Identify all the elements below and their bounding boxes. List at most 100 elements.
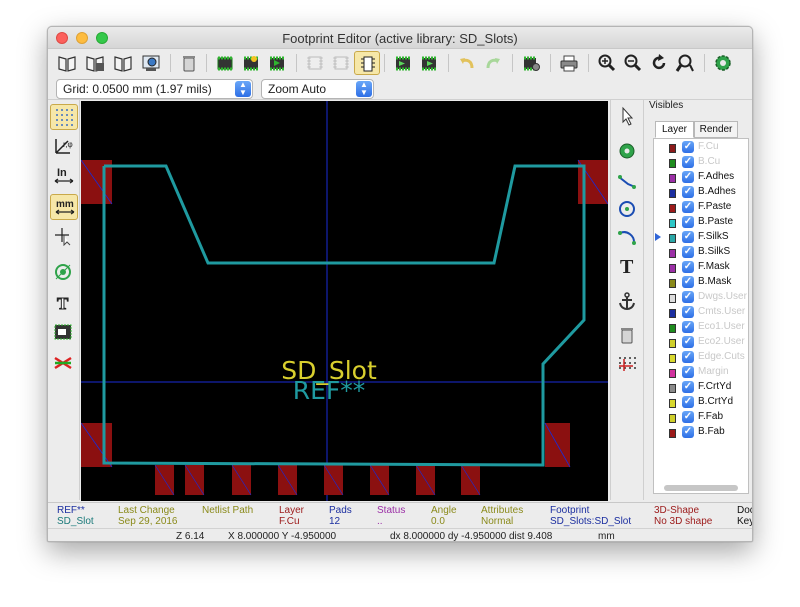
select-library-button[interactable] <box>54 51 80 75</box>
layer-row[interactable]: ✓ F.Adhes <box>654 170 750 185</box>
horizontal-scrollbar[interactable] <box>664 485 738 491</box>
zoom-in-button[interactable] <box>594 51 620 75</box>
show-pads-sketch-button[interactable] <box>50 260 78 286</box>
zoom-fit-button[interactable] <box>672 51 698 75</box>
layer-color-swatch[interactable] <box>669 294 676 303</box>
layer-color-swatch[interactable] <box>669 144 676 153</box>
layer-color-swatch[interactable] <box>669 354 676 363</box>
new-library-button[interactable] <box>110 51 136 75</box>
layer-row[interactable]: ✓ Eco2.User <box>654 335 750 350</box>
export-footprint-button[interactable] <box>328 51 354 75</box>
layer-visible-checkbox[interactable]: ✓ <box>682 411 694 423</box>
place-anchor-button[interactable] <box>614 288 642 316</box>
layer-color-swatch[interactable] <box>669 204 676 213</box>
add-line-button[interactable] <box>614 168 642 196</box>
redo-button[interactable] <box>480 51 506 75</box>
layer-visible-checkbox[interactable]: ✓ <box>682 381 694 393</box>
insert-into-board-button[interactable] <box>390 51 416 75</box>
layer-row[interactable]: ✓ B.Cu <box>654 155 750 170</box>
grid-select[interactable]: Grid: 0.0500 mm (1.97 mils) ▲ ▼ <box>56 79 253 99</box>
layer-color-swatch[interactable] <box>669 234 676 243</box>
layer-color-swatch[interactable] <box>669 159 676 168</box>
layer-visible-checkbox[interactable]: ✓ <box>682 231 694 243</box>
print-button[interactable] <box>556 51 582 75</box>
browse-footprints-button[interactable] <box>138 51 164 75</box>
check-footprint-button[interactable] <box>710 51 736 75</box>
layer-row[interactable]: ✓ Margin <box>654 365 750 380</box>
layer-row[interactable]: ✓ F.CrtYd <box>654 380 750 395</box>
footprint-properties-button[interactable] <box>354 51 380 75</box>
layer-visible-checkbox[interactable]: ✓ <box>682 291 694 303</box>
layer-visible-checkbox[interactable]: ✓ <box>682 246 694 258</box>
layer-row[interactable]: ✓ Cmts.User <box>654 305 750 320</box>
layer-row[interactable]: ✓ B.Adhes <box>654 185 750 200</box>
layer-row[interactable]: ✓ F.SilkS <box>654 230 750 245</box>
layer-row[interactable]: ✓ Edge.Cuts <box>654 350 750 365</box>
layer-color-swatch[interactable] <box>669 189 676 198</box>
layer-visible-checkbox[interactable]: ✓ <box>682 201 694 213</box>
layer-color-swatch[interactable] <box>669 339 676 348</box>
polar-coords-button[interactable]: r,φ <box>50 134 78 160</box>
cursor-shape-button[interactable] <box>50 224 78 250</box>
layer-visible-checkbox[interactable]: ✓ <box>682 336 694 348</box>
layer-color-swatch[interactable] <box>669 249 676 258</box>
layer-row[interactable]: ✓ B.CrtYd <box>654 395 750 410</box>
layer-visible-checkbox[interactable]: ✓ <box>682 276 694 288</box>
layer-visible-checkbox[interactable]: ✓ <box>682 216 694 228</box>
layer-visible-checkbox[interactable]: ✓ <box>682 366 694 378</box>
layer-row[interactable]: ✓ B.SilkS <box>654 245 750 260</box>
delete-tool-button[interactable] <box>614 322 642 350</box>
add-circle-button[interactable] <box>614 196 642 224</box>
layer-visible-checkbox[interactable]: ✓ <box>682 261 694 273</box>
show-edges-sketch-button[interactable] <box>50 320 78 346</box>
layer-color-swatch[interactable] <box>669 279 676 288</box>
layer-color-swatch[interactable] <box>669 309 676 318</box>
layer-visible-checkbox[interactable]: ✓ <box>682 321 694 333</box>
show-text-sketch-button[interactable]: T <box>50 290 78 316</box>
tab-render[interactable]: Render <box>694 121 738 138</box>
layer-visible-checkbox[interactable]: ✓ <box>682 351 694 363</box>
layer-visible-checkbox[interactable]: ✓ <box>682 426 694 438</box>
layer-row[interactable]: ✓ F.Cu <box>654 140 750 155</box>
add-pad-button[interactable] <box>614 138 642 166</box>
layer-row[interactable]: ✓ Dwgs.User <box>654 290 750 305</box>
footprint-wizard-button[interactable] <box>238 51 264 75</box>
layer-row[interactable]: ✓ Eco1.User <box>654 320 750 335</box>
layer-visible-checkbox[interactable]: ✓ <box>682 171 694 183</box>
redraw-button[interactable] <box>646 51 672 75</box>
undo-button[interactable] <box>454 51 480 75</box>
layer-color-swatch[interactable] <box>669 429 676 438</box>
reference-text[interactable]: REF** <box>293 376 366 405</box>
layer-visible-checkbox[interactable]: ✓ <box>682 396 694 408</box>
layer-color-swatch[interactable] <box>669 174 676 183</box>
toggle-grid-button[interactable] <box>50 104 78 130</box>
layer-visible-checkbox[interactable]: ✓ <box>682 156 694 168</box>
delete-part-button[interactable] <box>176 51 202 75</box>
units-inch-button[interactable]: In <box>50 164 78 190</box>
layer-color-swatch[interactable] <box>669 264 676 273</box>
high-contrast-button[interactable] <box>50 350 78 376</box>
layer-visible-checkbox[interactable]: ✓ <box>682 141 694 153</box>
add-arc-button[interactable] <box>614 224 642 252</box>
zoom-out-button[interactable] <box>620 51 646 75</box>
layer-row[interactable]: ✓ B.Fab <box>654 425 750 440</box>
layer-visible-checkbox[interactable]: ✓ <box>682 186 694 198</box>
silkscreen-outline[interactable] <box>102 164 586 467</box>
new-footprint-button[interactable] <box>212 51 238 75</box>
layer-color-swatch[interactable] <box>669 219 676 228</box>
layer-row[interactable]: ✓ F.Mask <box>654 260 750 275</box>
layer-visible-checkbox[interactable]: ✓ <box>682 306 694 318</box>
layer-color-swatch[interactable] <box>669 324 676 333</box>
module-settings-button[interactable] <box>518 51 544 75</box>
footprint-canvas[interactable]: SD_Slot REF** <box>80 101 609 501</box>
units-mm-button[interactable]: mm <box>50 194 78 220</box>
update-board-button[interactable] <box>416 51 442 75</box>
tab-layer[interactable]: Layer <box>655 121 694 138</box>
insert-footprint-button[interactable] <box>302 51 328 75</box>
layer-color-swatch[interactable] <box>669 369 676 378</box>
add-text-button[interactable]: T <box>614 252 642 280</box>
layer-color-swatch[interactable] <box>669 384 676 393</box>
layer-row[interactable]: ✓ B.Paste <box>654 215 750 230</box>
layer-row[interactable]: ✓ B.Mask <box>654 275 750 290</box>
layer-row[interactable]: ✓ F.Paste <box>654 200 750 215</box>
